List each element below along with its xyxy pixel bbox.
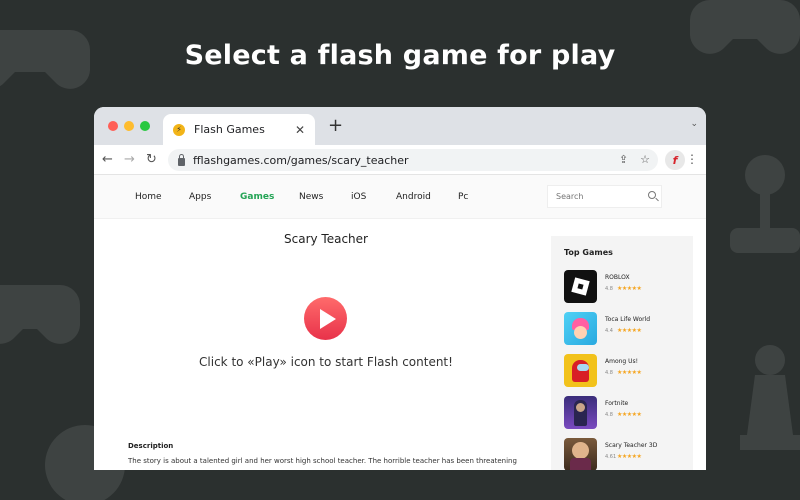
description-heading: Description [128,442,174,450]
nav-android[interactable]: Android [396,192,431,202]
game-item-among-us[interactable]: Among Us! 4.8 ★★★★★ [564,354,684,388]
game-name: Toca Life World [605,316,651,323]
menu-icon[interactable]: ⋮ [686,152,698,166]
maximize-window-button[interactable] [140,121,150,131]
nav-games[interactable]: Games [240,192,274,202]
url-text: fflashgames.com/games/scary_teacher [193,153,409,167]
rating-stars: ★★★★★ [617,369,642,376]
back-arrow-icon[interactable]: ← [102,152,113,167]
window-controls [108,121,150,131]
game-item-toca[interactable]: Toca Life World 4.4 ★★★★★ [564,312,684,346]
tab-title: Flash Games [194,123,265,136]
url-field[interactable]: fflashgames.com/games/scary_teacher ⇪ ☆ [168,149,658,171]
rating-stars: ★★★★★ [617,327,642,334]
flash-extension-icon[interactable]: f [665,150,685,170]
game-name: Fortnite [605,400,629,407]
rating-stars: ★★★★★ [617,411,642,418]
site-navigation: Home Apps Games News iOS Android Pc [94,175,706,219]
rating-stars: ★★★★★ [617,453,642,460]
search-icon[interactable] [648,191,656,199]
nav-news[interactable]: News [299,192,323,202]
roblox-thumbnail [564,270,597,303]
among-us-thumbnail [564,354,597,387]
scary-teacher-thumbnail [564,438,597,470]
headline: Select a flash game for play [184,40,616,71]
game-rating: 4.8 [605,286,613,292]
browser-tab[interactable]: ⚡ Flash Games ✕ [163,114,315,145]
gamepad-icon [0,285,80,344]
page-content: Home Apps Games News iOS Android Pc Scar… [94,175,706,470]
game-title: Scary Teacher [284,232,368,246]
description-text: The story is about a talented girl and h… [128,457,517,465]
game-item-roblox[interactable]: ROBLOX 4.8 ★★★★★ [564,270,684,304]
lightning-icon: ⚡ [173,123,185,136]
game-name: Among Us! [605,358,639,365]
nav-ios[interactable]: iOS [351,192,366,202]
game-item-fortnite[interactable]: Fortnite 4.8 ★★★★★ [564,396,684,430]
toca-thumbnail [564,312,597,345]
game-name: Scary Teacher 3D [605,442,658,449]
top-games-sidebar: Top Games ROBLOX 4.8 ★★★★★ Toca Life Wor… [551,236,693,470]
nav-apps[interactable]: Apps [189,192,211,202]
game-item-scary-teacher[interactable]: Scary Teacher 3D 4.61 ★★★★★ [564,438,684,470]
share-icon[interactable]: ⇪ [619,153,628,166]
game-rating: 4.8 [605,412,613,418]
play-icon [319,308,336,329]
close-window-button[interactable] [108,121,118,131]
game-rating: 4.61 [605,454,617,460]
fortnite-thumbnail [564,396,597,429]
chess-icon [740,345,800,450]
close-tab-icon[interactable]: ✕ [295,123,305,137]
browser-window: ⚡ Flash Games ✕ + ⌄ ← → ↻ fflashgames.co… [94,107,706,470]
reload-icon[interactable]: ↻ [146,152,157,167]
nav-pc[interactable]: Pc [458,192,468,202]
search-input[interactable] [556,192,646,201]
tab-bar: ⚡ Flash Games ✕ + ⌄ [94,107,706,145]
play-button[interactable] [304,297,347,340]
omnibox-actions: ⇪ ☆ [619,153,650,166]
game-rating: 4.8 [605,370,613,376]
new-tab-button[interactable]: + [328,115,343,136]
game-name: ROBLOX [605,274,630,281]
forward-arrow-icon[interactable]: → [124,152,135,167]
game-rating: 4.4 [605,328,613,334]
chevron-down-icon[interactable]: ⌄ [690,119,698,129]
joystick-icon [730,155,800,253]
rating-stars: ★★★★★ [617,285,642,292]
sidebar-title: Top Games [564,248,613,257]
address-bar: ← → ↻ fflashgames.com/games/scary_teache… [94,145,706,175]
star-icon[interactable]: ☆ [640,153,650,166]
nav-home[interactable]: Home [135,192,162,202]
lock-icon [178,153,185,166]
play-hint: Click to «Play» icon to start Flash cont… [199,355,453,369]
minimize-window-button[interactable] [124,121,134,131]
search-box [547,185,662,208]
